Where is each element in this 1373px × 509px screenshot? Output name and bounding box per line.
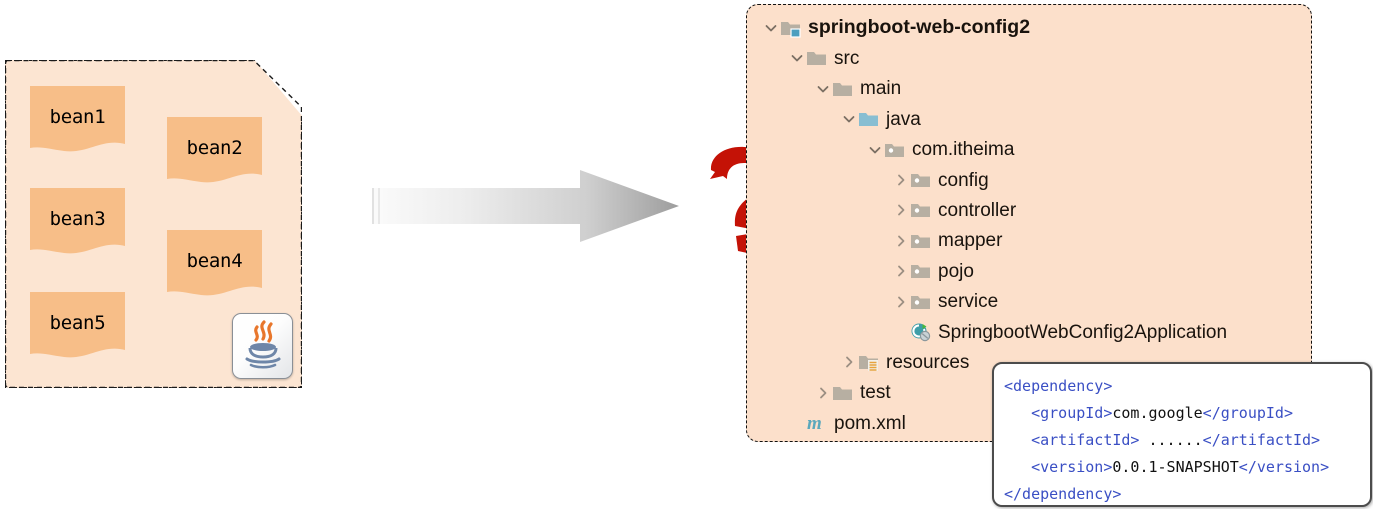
xml-line: <artifactId> ......</artifactId> xyxy=(1004,427,1360,454)
folder-icon xyxy=(832,79,854,99)
tree-row-service[interactable]: service xyxy=(892,289,998,315)
chevron-right-icon[interactable] xyxy=(892,201,910,219)
tree-row-mapper[interactable]: mapper xyxy=(892,228,1002,254)
package-icon xyxy=(910,261,932,281)
tree-row-label: config xyxy=(938,169,989,191)
spring-boot-class-icon xyxy=(910,322,932,342)
tree-twisty-placeholder xyxy=(892,323,910,341)
chevron-right-icon[interactable] xyxy=(892,232,910,250)
maven-dependency-popup: <dependency> <groupId>com.google</groupId… xyxy=(992,362,1372,507)
tree-row-springboot-web-config2[interactable]: springboot-web-config2 xyxy=(762,15,1030,41)
xml-tag: <artifactId> xyxy=(1031,431,1140,449)
chevron-down-icon[interactable] xyxy=(840,110,858,128)
xml-line: <groupId>com.google</groupId> xyxy=(1004,400,1360,427)
tree-row-label: java xyxy=(886,108,921,130)
chevron-down-icon[interactable] xyxy=(788,49,806,67)
tree-row-controller[interactable]: controller xyxy=(892,197,1016,223)
tree-row-src[interactable]: src xyxy=(788,45,859,71)
tree-row-label: pom.xml xyxy=(834,412,906,434)
tree-row-main[interactable]: main xyxy=(814,76,901,102)
tree-row-label: src xyxy=(834,47,860,69)
tree-row-label: com.itheima xyxy=(912,139,1015,161)
xml-line: <dependency> xyxy=(1004,373,1360,400)
chevron-right-icon[interactable] xyxy=(892,171,910,189)
chevron-right-icon[interactable] xyxy=(892,293,910,311)
tree-row-config[interactable]: config xyxy=(892,167,989,193)
tree-row-springbootwebconfig2application[interactable]: SpringbootWebConfig2Application xyxy=(892,319,1227,345)
chevron-down-icon[interactable] xyxy=(762,19,780,37)
bean-card-label: bean1 xyxy=(49,106,106,128)
xml-line: </dependency> xyxy=(1004,481,1360,505)
bean-card-label: bean4 xyxy=(186,250,243,272)
tree-row-label: mapper xyxy=(938,230,1003,252)
xml-value: 0.0.1-SNAPSHOT xyxy=(1112,458,1239,476)
package-icon xyxy=(910,200,932,220)
maven-icon: m xyxy=(806,413,828,433)
package-icon xyxy=(910,231,932,251)
right-arrow-icon xyxy=(372,170,679,242)
tree-row-label: springboot-web-config2 xyxy=(808,16,1031,39)
chevron-down-icon[interactable] xyxy=(814,80,832,98)
bean-card-label: bean2 xyxy=(186,137,243,159)
java-icon xyxy=(232,313,293,379)
xml-tag: </groupId> xyxy=(1202,404,1293,422)
svg-text:m: m xyxy=(807,413,822,433)
bean-card: bean2 xyxy=(167,117,262,191)
tree-row-test[interactable]: test xyxy=(814,380,891,406)
tree-row-java[interactable]: java xyxy=(840,106,921,132)
xml-tag: </artifactId> xyxy=(1202,431,1321,449)
resources-folder-icon xyxy=(858,352,880,372)
tree-row-label: test xyxy=(860,382,891,404)
bean-card: bean1 xyxy=(30,86,125,160)
module-folder-icon xyxy=(780,18,802,38)
chevron-right-icon[interactable] xyxy=(840,353,858,371)
xml-value: com.google xyxy=(1112,404,1203,422)
xml-code-block: <dependency> <groupId>com.google</groupId… xyxy=(1004,373,1360,505)
folder-icon xyxy=(832,383,854,403)
chevron-right-icon[interactable] xyxy=(892,262,910,280)
bean-card: bean5 xyxy=(30,292,125,366)
xml-tag: <version> xyxy=(1031,458,1113,476)
package-icon xyxy=(884,140,906,160)
xml-tag: </dependency> xyxy=(1004,485,1122,503)
xml-tag: <groupId> xyxy=(1031,404,1113,422)
bean-card-label: bean5 xyxy=(49,312,106,334)
tree-row-pojo[interactable]: pojo xyxy=(892,258,974,284)
tree-twisty-placeholder xyxy=(788,414,806,432)
tree-row-label: service xyxy=(938,291,999,313)
package-icon xyxy=(910,170,932,190)
xml-tag: </version> xyxy=(1238,458,1330,476)
xml-value: ...... xyxy=(1139,431,1203,449)
source-folder-icon xyxy=(858,109,880,129)
bean-card: bean4 xyxy=(167,230,262,304)
xml-tag: <dependency> xyxy=(1004,377,1113,395)
tree-row-resources[interactable]: resources xyxy=(840,349,969,375)
xml-line: <version>0.0.1-SNAPSHOT</version> xyxy=(1004,454,1360,481)
chevron-right-icon[interactable] xyxy=(814,384,832,402)
tree-row-label: controller xyxy=(938,199,1017,221)
bean-card: bean3 xyxy=(30,188,125,262)
tree-row-label: pojo xyxy=(938,260,974,282)
tree-row-com-itheima[interactable]: com.itheima xyxy=(866,137,1014,163)
bean-card-label: bean3 xyxy=(49,208,106,230)
tree-row-pom-xml[interactable]: m pom.xml xyxy=(788,410,906,436)
chevron-down-icon[interactable] xyxy=(866,141,884,159)
tree-row-label: main xyxy=(860,78,902,100)
folder-icon xyxy=(806,48,828,68)
package-icon xyxy=(910,292,932,312)
tree-row-label: SpringbootWebConfig2Application xyxy=(938,321,1228,343)
tree-row-label: resources xyxy=(886,351,970,373)
